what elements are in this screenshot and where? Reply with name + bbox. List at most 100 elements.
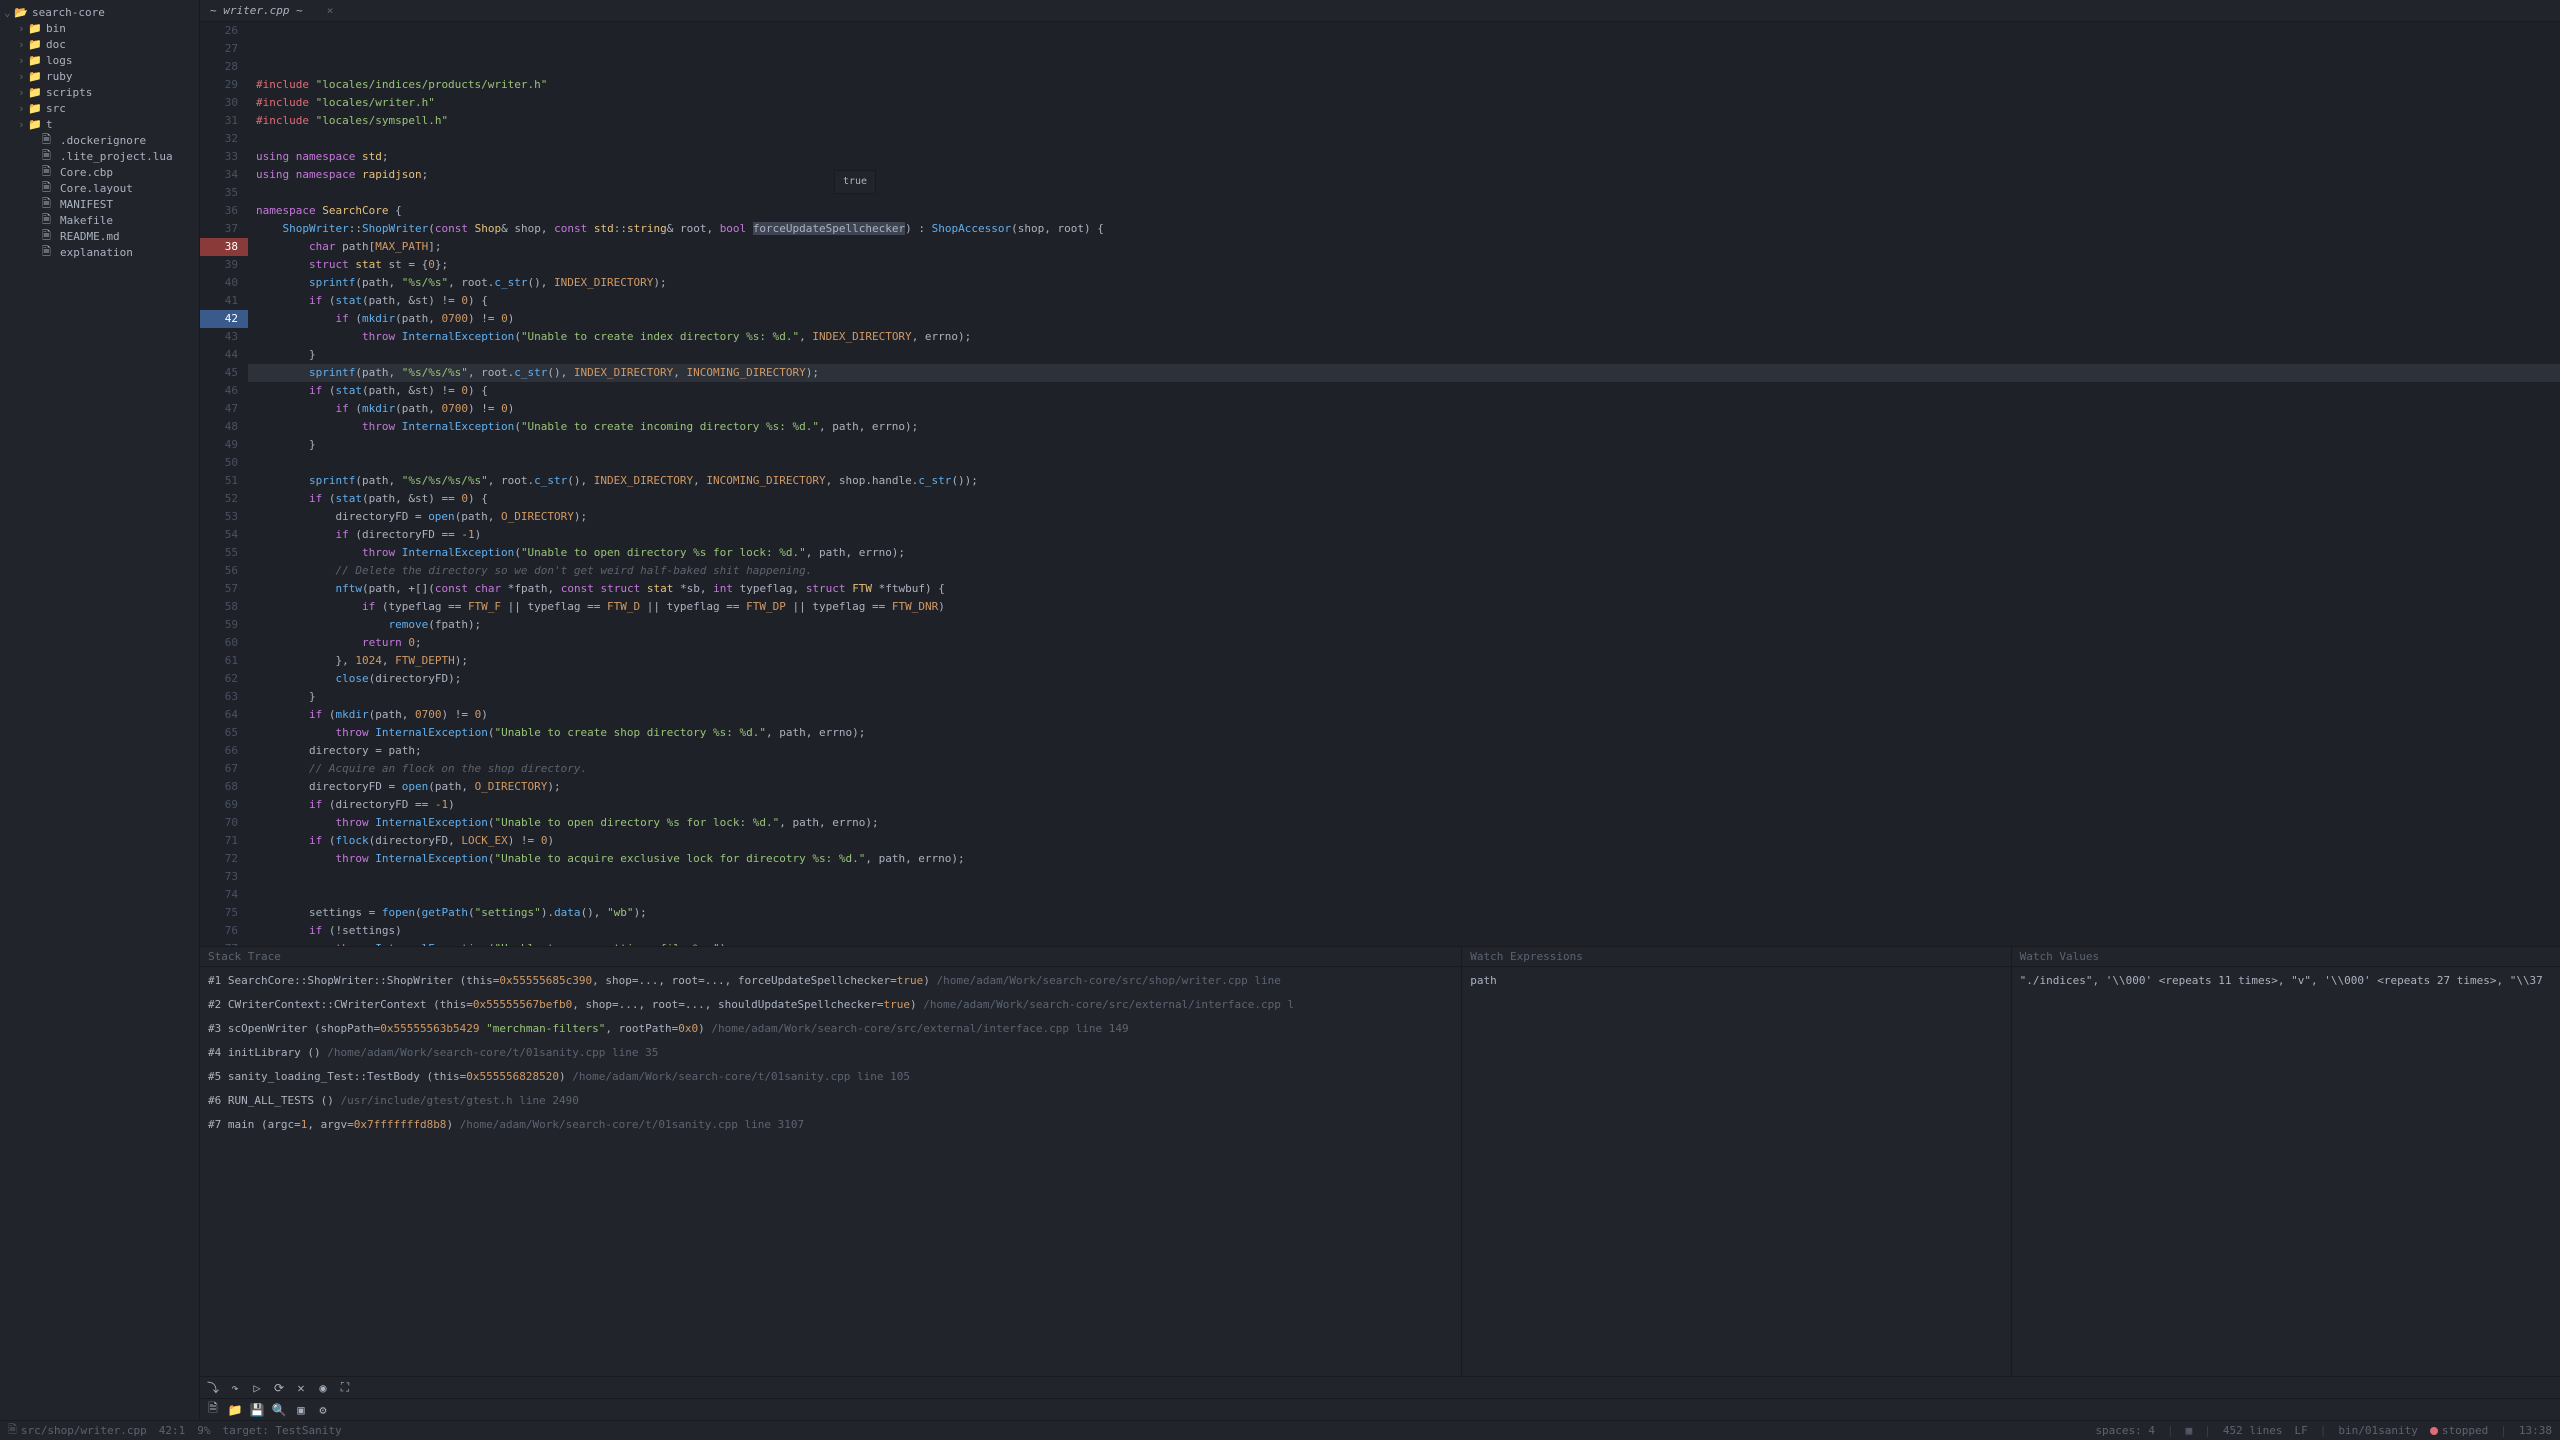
code-line[interactable]	[248, 868, 2560, 886]
code-line[interactable]: throw InternalException("Unable to creat…	[248, 328, 2560, 346]
code-line[interactable]: if (!settings)	[248, 922, 2560, 940]
tree-folder[interactable]: ›📁src	[0, 100, 199, 116]
tree-file[interactable]: 🗎MANIFEST	[0, 196, 199, 212]
breakpoint-marker[interactable]	[200, 238, 248, 256]
tree-file[interactable]: 🗎.dockerignore	[0, 132, 199, 148]
code-line[interactable]: struct stat st = {0};	[248, 256, 2560, 274]
expand-icon[interactable]: ⛶	[338, 1381, 352, 1395]
code-line[interactable]: namespace SearchCore {	[248, 202, 2560, 220]
tree-file[interactable]: 🗎Core.cbp	[0, 164, 199, 180]
step-over-icon[interactable]: ↷	[228, 1381, 242, 1395]
open-folder-icon[interactable]: 📁	[228, 1403, 242, 1417]
code-line[interactable]: // Delete the directory so we don't get …	[248, 562, 2560, 580]
tree-folder[interactable]: ›📁t	[0, 116, 199, 132]
code-line[interactable]: if (typeflag == FTW_F || typeflag == FTW…	[248, 598, 2560, 616]
code-line[interactable]	[248, 130, 2560, 148]
terminal-icon[interactable]: ▣	[294, 1403, 308, 1417]
code-line[interactable]: }	[248, 688, 2560, 706]
code-body[interactable]: #include "locales/indices/products/write…	[248, 22, 2560, 946]
code-line[interactable]	[248, 184, 2560, 202]
tree-file[interactable]: 🗎Core.layout	[0, 180, 199, 196]
code-line[interactable]: if (directoryFD == -1)	[248, 796, 2560, 814]
new-file-icon[interactable]: 🗎	[206, 1403, 220, 1417]
code-line[interactable]	[248, 886, 2560, 904]
code-line[interactable]: ShopWriter::ShopWriter(const Shop& shop,…	[248, 220, 2560, 238]
close-icon[interactable]: ×	[327, 4, 334, 17]
code-line[interactable]: #include "locales/symspell.h"	[248, 112, 2560, 130]
code-line[interactable]: throw InternalException("Unable to acqui…	[248, 850, 2560, 868]
tree-file[interactable]: 🗎Makefile	[0, 212, 199, 228]
tree-folder[interactable]: ›📁scripts	[0, 84, 199, 100]
watch-expression[interactable]: path	[1470, 971, 2002, 991]
code-line[interactable]: }	[248, 346, 2560, 364]
stack-frame[interactable]: #4 initLibrary () /home/adam/Work/search…	[208, 1043, 1453, 1063]
code-line[interactable]: using namespace std;	[248, 148, 2560, 166]
code-line[interactable]: if (mkdir(path, 0700) != 0)	[248, 706, 2560, 724]
tree-folder[interactable]: ›📁bin	[0, 20, 199, 36]
status-spaces[interactable]: spaces: 4	[2095, 1424, 2155, 1437]
code-line[interactable]: #include "locales/writer.h"	[248, 94, 2560, 112]
tree-root[interactable]: ⌄ 📂 search-core	[0, 4, 199, 20]
search-icon[interactable]: 🔍	[272, 1403, 286, 1417]
code-line[interactable]: sprintf(path, "%s/%s/%s", root.c_str(), …	[248, 364, 2560, 382]
tree-folder[interactable]: ›📁ruby	[0, 68, 199, 84]
code-line[interactable]: throw InternalException("Unable to creat…	[248, 724, 2560, 742]
settings-icon[interactable]: ⚙	[316, 1403, 330, 1417]
breakpoint-icon[interactable]: ◉	[316, 1381, 330, 1395]
map-icon[interactable]: ▦	[2186, 1424, 2193, 1437]
stop-icon[interactable]: ✕	[294, 1381, 308, 1395]
status-position[interactable]: 42:1	[159, 1424, 186, 1437]
code-line[interactable]: if (stat(path, &st) != 0) {	[248, 382, 2560, 400]
tree-file[interactable]: 🗎explanation	[0, 244, 199, 260]
code-line[interactable]: using namespace rapidjson;	[248, 166, 2560, 184]
stack-frame[interactable]: #1 SearchCore::ShopWriter::ShopWriter (t…	[208, 971, 1453, 991]
status-target[interactable]: target: TestSanity	[222, 1424, 341, 1437]
code-line[interactable]: if (mkdir(path, 0700) != 0)	[248, 310, 2560, 328]
code-line[interactable]: directoryFD = open(path, O_DIRECTORY);	[248, 778, 2560, 796]
status-file[interactable]: 🗎 src/shop/writer.cpp	[8, 1421, 147, 1440]
code-line[interactable]: nftw(path, +[](const char *fpath, const …	[248, 580, 2560, 598]
code-line[interactable]: throw InternalException("Unable to open …	[248, 814, 2560, 832]
tree-folder[interactable]: ›📁doc	[0, 36, 199, 52]
code-line[interactable]: directory = path;	[248, 742, 2560, 760]
status-binary[interactable]: bin/01sanity	[2338, 1424, 2417, 1437]
code-line[interactable]: if (mkdir(path, 0700) != 0)	[248, 400, 2560, 418]
code-line[interactable]	[248, 454, 2560, 472]
code-line[interactable]: throw InternalException("Unable to open …	[248, 940, 2560, 946]
code-line[interactable]: }, 1024, FTW_DEPTH);	[248, 652, 2560, 670]
stack-frame[interactable]: #3 scOpenWriter (shopPath=0x55555563b542…	[208, 1019, 1453, 1039]
tree-folder[interactable]: ›📁logs	[0, 52, 199, 68]
code-line[interactable]: }	[248, 436, 2560, 454]
stack-frame[interactable]: #7 main (argc=1, argv=0x7fffffffd8b8) /h…	[208, 1115, 1453, 1135]
restart-icon[interactable]: ⟳	[272, 1381, 286, 1395]
stack-frame[interactable]: #2 CWriterContext::CWriterContext (this=…	[208, 995, 1453, 1015]
code-line[interactable]: if (stat(path, &st) != 0) {	[248, 292, 2560, 310]
code-line[interactable]: sprintf(path, "%s/%s", root.c_str(), IND…	[248, 274, 2560, 292]
code-line[interactable]: if (flock(directoryFD, LOCK_EX) != 0)	[248, 832, 2560, 850]
code-line[interactable]: settings = fopen(getPath("settings").dat…	[248, 904, 2560, 922]
file-tree[interactable]: ⌄ 📂 search-core ›📁bin›📁doc›📁logs›📁ruby›📁…	[0, 0, 200, 1420]
code-line[interactable]: directoryFD = open(path, O_DIRECTORY);	[248, 508, 2560, 526]
code-line[interactable]: remove(fpath);	[248, 616, 2560, 634]
step-into-icon[interactable]: ⤵	[206, 1381, 220, 1395]
continue-icon[interactable]: ▷	[250, 1381, 264, 1395]
code-line[interactable]: if (stat(path, &st) == 0) {	[248, 490, 2560, 508]
save-icon[interactable]: 💾	[250, 1403, 264, 1417]
code-line[interactable]: #include "locales/indices/products/write…	[248, 76, 2560, 94]
status-encoding[interactable]: LF	[2295, 1424, 2308, 1437]
code-line[interactable]: sprintf(path, "%s/%s/%s/%s", root.c_str(…	[248, 472, 2560, 490]
code-line[interactable]: return 0;	[248, 634, 2560, 652]
line-gutter[interactable]: 2627282930313233343536373839404142434445…	[200, 22, 248, 946]
code-line[interactable]: // Acquire an flock on the shop director…	[248, 760, 2560, 778]
stack-frame[interactable]: #6 RUN_ALL_TESTS () /usr/include/gtest/g…	[208, 1091, 1453, 1111]
code-line[interactable]: throw InternalException("Unable to open …	[248, 544, 2560, 562]
code-line[interactable]: close(directoryFD);	[248, 670, 2560, 688]
code-line[interactable]: char path[MAX_PATH];	[248, 238, 2560, 256]
stack-trace-panel[interactable]: Stack Trace #1 SearchCore::ShopWriter::S…	[200, 947, 1462, 1376]
current-line-marker[interactable]	[200, 310, 248, 328]
watch-expr-panel[interactable]: Watch Expressions path	[1462, 947, 2011, 1376]
code-line[interactable]: throw InternalException("Unable to creat…	[248, 418, 2560, 436]
tree-file[interactable]: 🗎.lite_project.lua	[0, 148, 199, 164]
code-line[interactable]: if (directoryFD == -1)	[248, 526, 2560, 544]
tab-writer[interactable]: ~ writer.cpp ~ ×	[200, 0, 343, 22]
